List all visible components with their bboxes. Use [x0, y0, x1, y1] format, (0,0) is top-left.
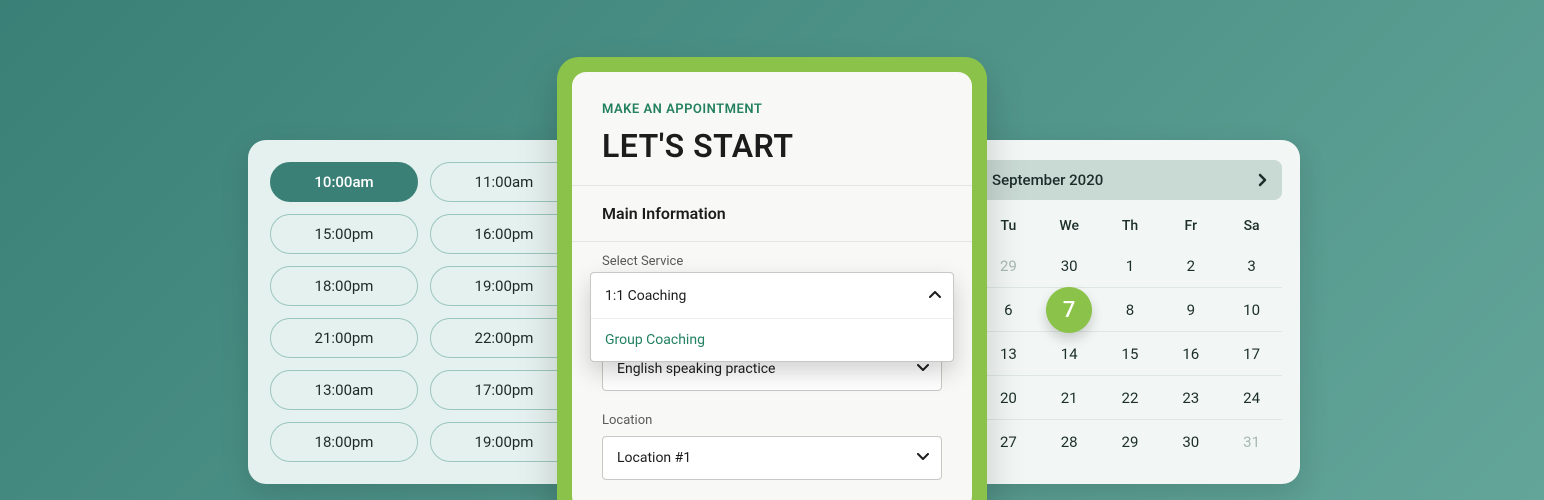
- appointment-modal: MAKE AN APPOINTMENT LET'S START Main Inf…: [557, 57, 987, 500]
- modal-header: MAKE AN APPOINTMENT LET'S START: [572, 72, 972, 185]
- service-dropdown-open: 1:1 Coaching Group Coaching: [590, 272, 954, 362]
- calendar-row: 2930123: [978, 244, 1282, 288]
- calendar-date-cell[interactable]: 3: [1221, 244, 1282, 288]
- modal-title: LET'S START: [602, 127, 942, 165]
- section-title: Main Information: [572, 186, 972, 241]
- calendar-date-cell[interactable]: 30: [1039, 244, 1100, 288]
- calendar-dow-label: Fr: [1160, 218, 1221, 234]
- modal-eyebrow: MAKE AN APPOINTMENT: [602, 102, 942, 117]
- calendar-row: 678910: [978, 288, 1282, 332]
- calendar-header: September 2020: [978, 160, 1282, 200]
- timeslot-button[interactable]: 10:00am: [270, 162, 418, 202]
- calendar-date-cell[interactable]: 15: [1100, 332, 1161, 376]
- calendar-date-cell[interactable]: 14: [1039, 332, 1100, 376]
- calendar-row: 2728293031: [978, 420, 1282, 464]
- calendar-date-cell[interactable]: 7: [1039, 288, 1100, 332]
- timeslot-button[interactable]: 19:00pm: [430, 266, 578, 306]
- calendar-date-cell[interactable]: 29: [1100, 420, 1161, 464]
- calendar-date-cell[interactable]: 23: [1160, 376, 1221, 420]
- calendar-selected-date: 7: [1046, 287, 1092, 333]
- chevron-down-icon: [917, 453, 927, 463]
- timeslot-button[interactable]: 15:00pm: [270, 214, 418, 254]
- service-select[interactable]: 1:1 Coaching: [591, 273, 953, 319]
- calendar-date-cell[interactable]: 6: [978, 288, 1039, 332]
- calendar-date-cell[interactable]: 27: [978, 420, 1039, 464]
- calendar-date-cell[interactable]: 30: [1160, 420, 1221, 464]
- timeslot-grid: 10:00am 11:00am 15:00pm 16:00pm 18:00pm 19:00…: [270, 162, 578, 462]
- service-option-group-coaching[interactable]: Group Coaching: [591, 319, 953, 361]
- service-label: Select Service: [602, 254, 942, 269]
- calendar-date-cell[interactable]: 31: [1221, 420, 1282, 464]
- timeslots-panel: 10:00am 11:00am 15:00pm 16:00pm 18:00pm 19:00…: [248, 140, 600, 484]
- timeslot-button[interactable]: 16:00pm: [430, 214, 578, 254]
- calendar-date-cell[interactable]: 8: [1100, 288, 1161, 332]
- service-selected-value: 1:1 Coaching: [605, 288, 686, 304]
- calendar-date-cell[interactable]: 13: [978, 332, 1039, 376]
- calendar-date-cell[interactable]: 29: [978, 244, 1039, 288]
- practice-selected-value: English speaking practice: [617, 361, 775, 377]
- calendar-date-cell[interactable]: 24: [1221, 376, 1282, 420]
- location-label: Location: [602, 413, 942, 428]
- calendar-date-cell[interactable]: 20: [978, 376, 1039, 420]
- calendar-date-cell[interactable]: 28: [1039, 420, 1100, 464]
- calendar-panel: September 2020 TuWeThFrSa 29301236789101…: [960, 140, 1300, 484]
- calendar-dow-label: We: [1039, 218, 1100, 234]
- chevron-right-icon: [1258, 173, 1268, 187]
- calendar-date-cell[interactable]: 21: [1039, 376, 1100, 420]
- calendar-dow-label: Th: [1100, 218, 1161, 234]
- timeslot-button[interactable]: 17:00pm: [430, 370, 578, 410]
- appointment-modal-inner: MAKE AN APPOINTMENT LET'S START Main Inf…: [572, 72, 972, 500]
- calendar-date-cell[interactable]: 9: [1160, 288, 1221, 332]
- calendar-date-cell[interactable]: 17: [1221, 332, 1282, 376]
- timeslot-button[interactable]: 22:00pm: [430, 318, 578, 358]
- calendar-date-cell[interactable]: 1: [1100, 244, 1161, 288]
- timeslot-button[interactable]: 13:00am: [270, 370, 418, 410]
- location-selected-value: Location #1: [617, 450, 691, 466]
- timeslot-button[interactable]: 18:00pm: [270, 266, 418, 306]
- calendar-dow-label: Sa: [1221, 218, 1282, 234]
- calendar-date-cell[interactable]: 22: [1100, 376, 1161, 420]
- timeslot-button[interactable]: 11:00am: [430, 162, 578, 202]
- calendar-month-label: September 2020: [992, 171, 1103, 189]
- calendar-row: 2021222324: [978, 376, 1282, 420]
- fields-area: Select Service 1:1 Coaching Group Coachi…: [572, 242, 972, 500]
- calendar-date-cell[interactable]: 10: [1221, 288, 1282, 332]
- calendar-days-of-week: TuWeThFrSa: [978, 218, 1282, 234]
- calendar-row: 1314151617: [978, 332, 1282, 376]
- calendar-dow-label: Tu: [978, 218, 1039, 234]
- calendar-date-cell[interactable]: 2: [1160, 244, 1221, 288]
- timeslot-button[interactable]: 21:00pm: [270, 318, 418, 358]
- calendar-date-cell[interactable]: 16: [1160, 332, 1221, 376]
- calendar-dates: 2930123678910131415161720212223242728293…: [978, 244, 1282, 464]
- timeslot-button[interactable]: 18:00pm: [270, 422, 418, 462]
- calendar-next-button[interactable]: [1258, 173, 1268, 187]
- chevron-up-icon: [929, 291, 939, 301]
- service-option-label: Group Coaching: [605, 332, 705, 348]
- timeslot-button[interactable]: 19:00pm: [430, 422, 578, 462]
- chevron-down-icon: [917, 364, 927, 374]
- location-select[interactable]: Location #1: [602, 436, 942, 480]
